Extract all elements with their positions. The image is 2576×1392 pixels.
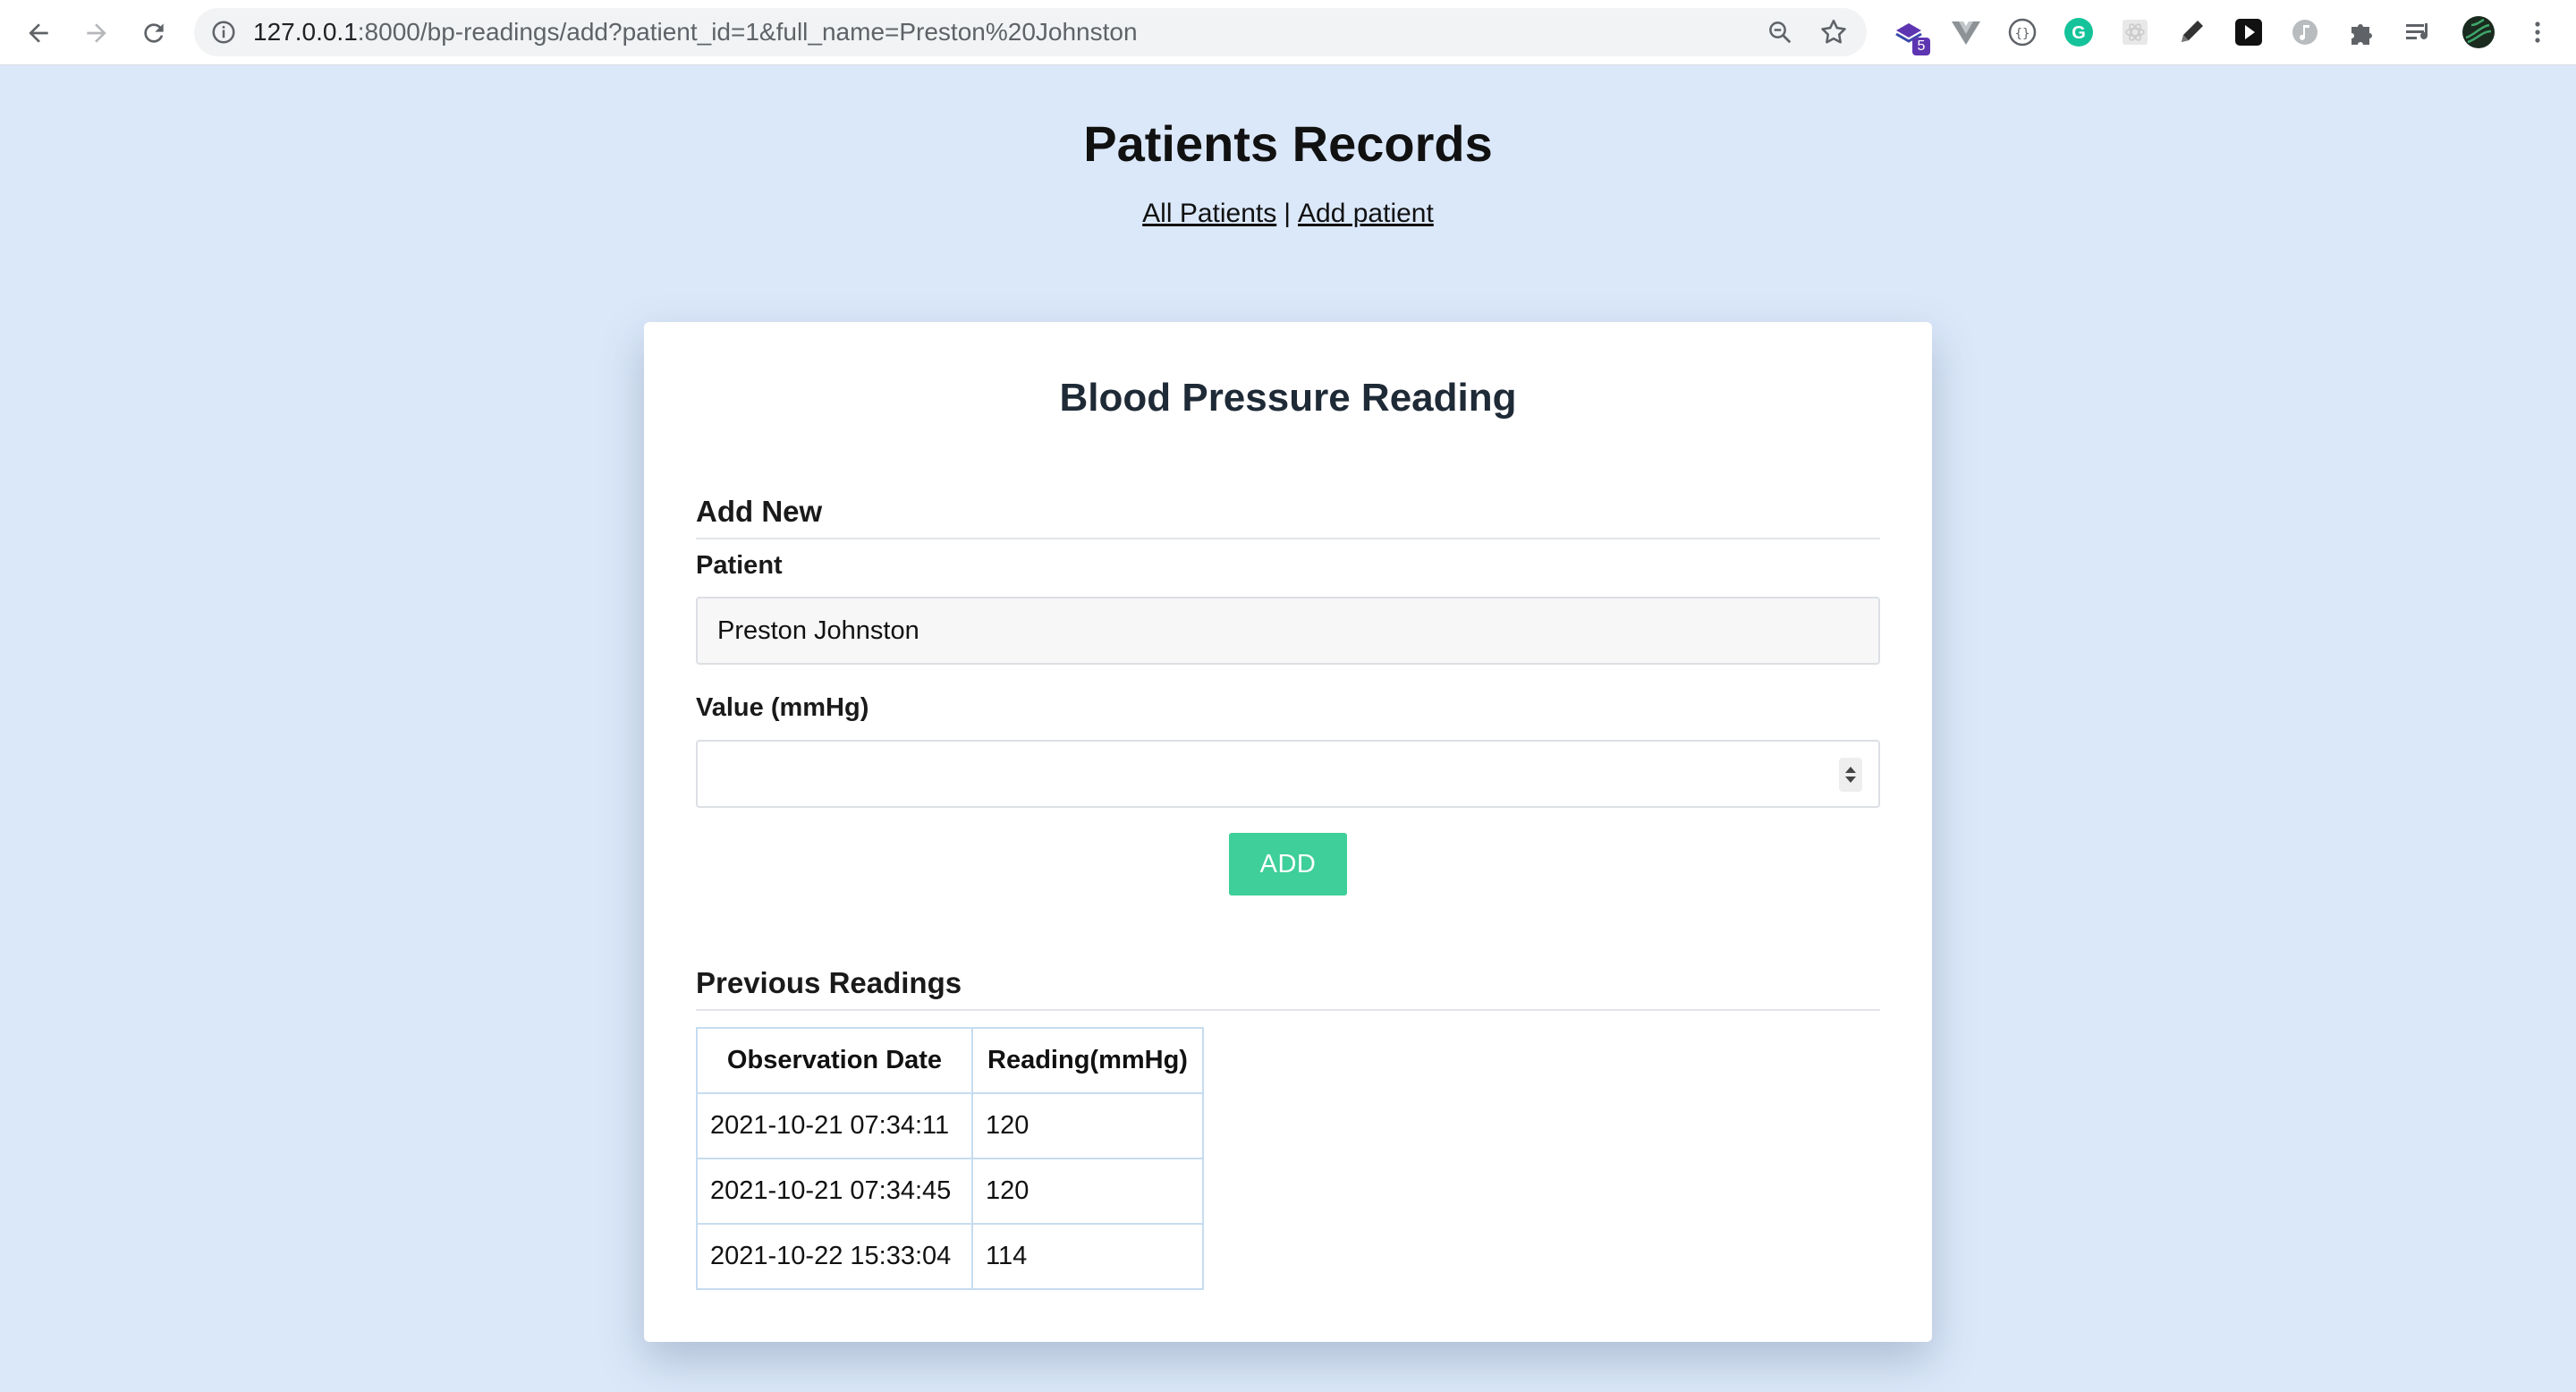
nav-separator: | xyxy=(1284,199,1292,228)
patient-field[interactable] xyxy=(696,597,1880,665)
arrow-left-icon xyxy=(29,23,48,43)
svg-text:{}: {} xyxy=(2015,27,2030,41)
site-title: Patients Records xyxy=(1083,115,1493,172)
vue-devtools-icon[interactable] xyxy=(1948,14,1984,50)
forward-button[interactable] xyxy=(80,16,114,50)
reload-button[interactable] xyxy=(137,16,171,50)
observation-date-cell: 2021-10-21 07:34:45 xyxy=(696,1158,973,1225)
add-button[interactable]: ADD xyxy=(1229,833,1347,895)
back-button[interactable] xyxy=(21,16,55,50)
address-bar[interactable]: 127.0.0.1:8000/bp-readings/add?patient_i… xyxy=(194,8,1867,56)
url-path: :8000/bp-readings/add?patient_id=1&full_… xyxy=(357,18,1138,46)
spinner-up-icon[interactable] xyxy=(1845,767,1856,773)
arrow-right-icon xyxy=(87,23,106,43)
spinner-down-icon[interactable] xyxy=(1845,777,1856,783)
play-icon[interactable] xyxy=(2231,14,2267,50)
patient-label: Patient xyxy=(696,551,783,580)
value-label: Value (mmHg) xyxy=(696,693,869,722)
reload-icon xyxy=(144,23,164,43)
reading-list-icon[interactable] xyxy=(2401,14,2436,50)
react-devtools-icon[interactable] xyxy=(2117,14,2153,50)
extension-badge: 5 xyxy=(1912,38,1930,55)
readings-table: Observation Date Reading(mmHg) 2021-10-2… xyxy=(696,1027,1204,1290)
extensions-puzzle-icon[interactable] xyxy=(2344,14,2380,50)
music-icon[interactable] xyxy=(2287,14,2323,50)
add-new-section-heading: Add New xyxy=(696,495,1880,539)
url-host: 127.0.0.1 xyxy=(253,18,358,46)
pencil-icon[interactable] xyxy=(2174,14,2209,50)
table-header-row: Observation Date Reading(mmHg) xyxy=(696,1027,1204,1094)
bp-reading-card: Blood Pressure Reading Add New Patient V… xyxy=(644,322,1932,1342)
svg-text:G: G xyxy=(2072,23,2086,43)
table-row: 2021-10-21 07:34:11 120 xyxy=(696,1092,1204,1159)
bookmark-star-icon[interactable] xyxy=(1818,17,1849,47)
column-header-observation-date: Observation Date xyxy=(696,1027,973,1094)
url-text[interactable]: 127.0.0.1:8000/bp-readings/add?patient_i… xyxy=(253,8,1138,56)
site-nav: All Patients | Add patient xyxy=(0,199,2576,229)
reading-value-cell: 120 xyxy=(971,1158,1204,1225)
number-spinner[interactable] xyxy=(1839,758,1862,792)
info-icon[interactable] xyxy=(210,19,237,46)
browser-toolbar: 127.0.0.1:8000/bp-readings/add?patient_i… xyxy=(0,0,2576,65)
card-title: Blood Pressure Reading xyxy=(1059,376,1517,420)
profile-avatar-icon[interactable] xyxy=(2461,14,2496,50)
reading-value-cell: 114 xyxy=(971,1223,1204,1290)
more-menu-icon[interactable] xyxy=(2520,14,2555,50)
table-row: 2021-10-22 15:33:04 114 xyxy=(696,1223,1204,1290)
all-patients-link[interactable]: All Patients xyxy=(1142,199,1276,228)
value-mmhg-input[interactable] xyxy=(696,740,1880,808)
puzzle-stack-extension-icon[interactable]: 5 xyxy=(1891,14,1930,55)
previous-readings-heading: Previous Readings xyxy=(696,966,1880,1011)
reading-value-cell: 120 xyxy=(971,1092,1204,1159)
table-row: 2021-10-21 07:34:45 120 xyxy=(696,1158,1204,1225)
zoom-icon[interactable] xyxy=(1767,19,1793,46)
column-header-reading: Reading(mmHg) xyxy=(971,1027,1204,1094)
observation-date-cell: 2021-10-22 15:33:04 xyxy=(696,1223,973,1290)
observation-date-cell: 2021-10-21 07:34:11 xyxy=(696,1092,973,1159)
add-patient-link[interactable]: Add patient xyxy=(1298,199,1434,228)
json-viewer-icon[interactable]: {} xyxy=(2004,14,2040,50)
grammarly-icon[interactable]: G xyxy=(2061,14,2097,50)
